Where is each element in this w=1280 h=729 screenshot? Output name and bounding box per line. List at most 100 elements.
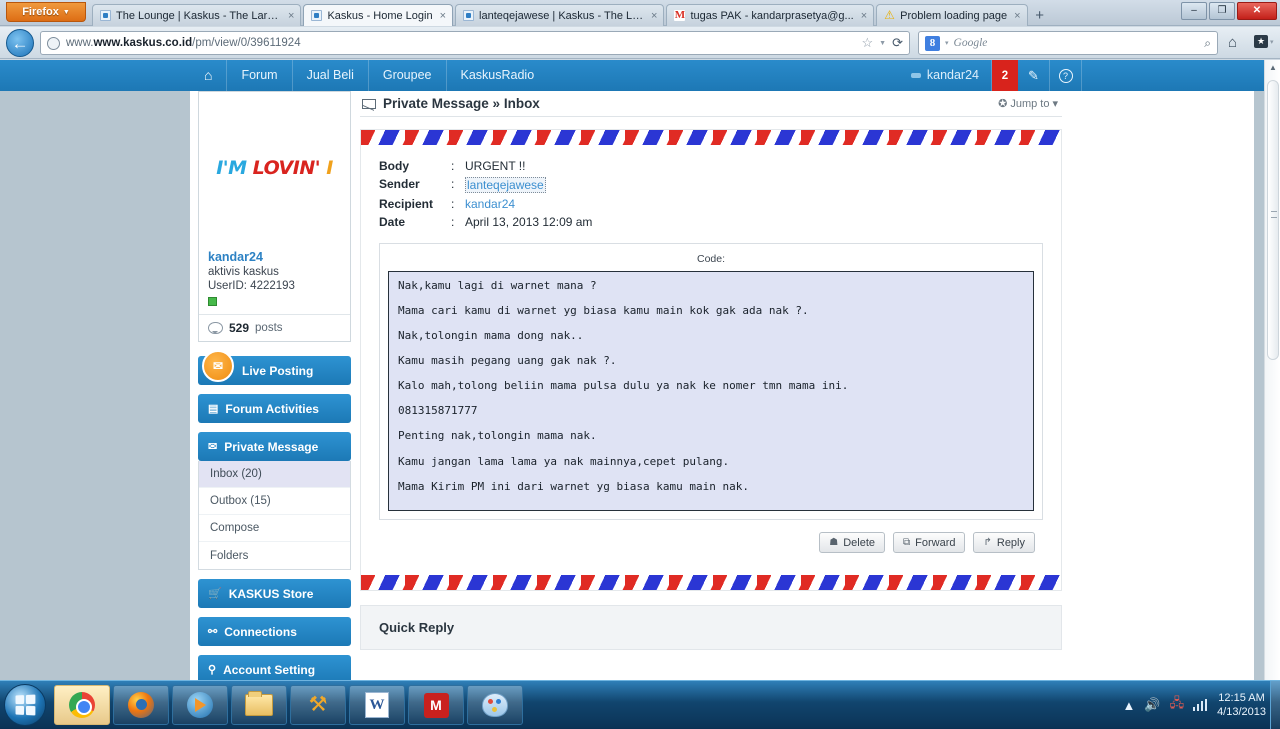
windows-logo-icon	[15, 694, 36, 716]
browser-tab-4[interactable]: M tugas PAK - kandarprasetya@g... ×	[666, 4, 875, 26]
mcafee-icon: M	[423, 692, 449, 718]
bookmarks-button[interactable]: ★ ▾	[1254, 35, 1274, 48]
reply-button[interactable]: ↱ Reply	[973, 532, 1035, 553]
page-scrollbar[interactable]: ▲	[1264, 60, 1280, 680]
profile-userid: UserID: 4222193	[208, 280, 295, 292]
taskbar-item-mcafee[interactable]: M	[408, 685, 464, 725]
home-icon[interactable]: ⌂	[190, 60, 226, 91]
close-icon[interactable]: ×	[288, 10, 294, 22]
firefox-menu-label: Firefox	[22, 6, 59, 18]
show-desktop-button[interactable]	[1270, 681, 1280, 729]
jump-to-dropdown[interactable]: ✪ Jump to ▾	[998, 97, 1058, 111]
sender-link[interactable]: lanteqejawese	[465, 177, 546, 193]
sidebar-item-forum-activities[interactable]: ▤ Forum Activities	[198, 394, 351, 423]
taskbar-item-word[interactable]: W	[349, 685, 405, 725]
delete-button[interactable]: ☗ Delete	[819, 532, 885, 553]
signal-icon[interactable]	[1193, 699, 1208, 711]
field-label: Sender	[379, 177, 420, 191]
chevron-down-icon[interactable]: ▾	[945, 39, 949, 47]
taskbar-item-media-player[interactable]	[172, 685, 228, 725]
kaskus-favicon	[463, 10, 475, 21]
sidebar-item-connections[interactable]: ⚯ Connections	[198, 617, 351, 646]
close-icon[interactable]: ×	[861, 10, 867, 22]
minimize-button[interactable]: –	[1181, 2, 1207, 20]
message-body: Body : URGENT !! Sender : lanteqejawese …	[361, 145, 1061, 575]
quick-reply-title: Quick Reply	[379, 620, 455, 635]
sidebar-item-account-setting[interactable]: ⚲ Account Setting	[198, 655, 351, 680]
post-count-row: 529 posts	[199, 314, 350, 341]
clock[interactable]: 12:15 AM 4/13/2013	[1217, 691, 1266, 719]
user-status-icon	[910, 73, 921, 78]
avatar-text-part2: LOVIN'	[252, 157, 321, 179]
forward-button[interactable]: ⧉ Forward	[893, 532, 966, 553]
recipient-link[interactable]: kandar24	[465, 197, 515, 211]
sidebar-item-live-posting[interactable]: ✉ Live Posting	[198, 350, 351, 385]
page-title: Private Message » Inbox	[383, 96, 540, 111]
forum-activities-icon: ▤	[208, 403, 219, 415]
code-line: 081315871777	[398, 404, 478, 418]
taskbar-item-firefox[interactable]	[113, 685, 169, 725]
comment-bubble-icon	[208, 322, 223, 334]
quick-reply-section: Quick Reply	[360, 605, 1062, 650]
kaskus-favicon	[100, 10, 111, 21]
back-button[interactable]: ←	[6, 29, 34, 57]
field-row-sender: Sender : lanteqejawese	[379, 177, 1043, 193]
address-bar[interactable]: www.www.kaskus.co.id/pm/view/0/39611924 …	[40, 31, 910, 55]
sidebar-item-kaskus-store[interactable]: 🛒 KASKUS Store	[198, 579, 351, 608]
scroll-up-icon[interactable]: ▲	[1267, 62, 1279, 74]
maximize-button[interactable]: ❐	[1209, 2, 1235, 20]
profile-username[interactable]: kandar24	[208, 250, 341, 264]
sidebar-item-folders[interactable]: Folders	[199, 542, 350, 569]
taskbar-item-chrome[interactable]	[54, 685, 110, 725]
code-block: Code: Nak,kamu lagi di warnet mana ? Mam…	[379, 243, 1043, 520]
nav-item-jual-beli[interactable]: Jual Beli	[291, 60, 368, 91]
code-block-content: Nak,kamu lagi di warnet mana ? Mama cari…	[388, 271, 1034, 511]
taskbar-item-explorer[interactable]	[231, 685, 287, 725]
sidebar-item-private-message[interactable]: ✉ Private Message	[198, 432, 351, 461]
field-separator: :	[451, 159, 455, 173]
home-button[interactable]: ⌂	[1228, 34, 1237, 51]
field-label: Body	[379, 159, 409, 173]
chevron-down-icon[interactable]: ▼	[879, 40, 886, 47]
close-icon[interactable]: ×	[440, 10, 446, 22]
close-icon[interactable]: ×	[1014, 10, 1020, 22]
browser-tab-5[interactable]: ⚠ Problem loading page ×	[876, 4, 1028, 26]
close-button[interactable]: ✕	[1237, 2, 1277, 20]
private-message-submenu: Inbox (20) Outbox (15) Compose Folders	[198, 461, 351, 570]
sidebar-item-outbox[interactable]: Outbox (15)	[199, 488, 350, 515]
search-icon[interactable]: ⌕	[1204, 36, 1211, 51]
pencil-icon[interactable]: ✎	[1018, 60, 1050, 91]
help-icon[interactable]: ?	[1050, 60, 1082, 91]
browser-tab-2[interactable]: Kaskus - Home Login ×	[303, 4, 454, 26]
bookmark-star-icon[interactable]: ☆	[862, 35, 874, 51]
start-button[interactable]	[4, 684, 46, 726]
firefox-window: Firefox ▼ The Lounge | Kaskus - The Larg…	[0, 0, 1280, 680]
close-icon[interactable]: ×	[651, 10, 657, 22]
nav-item-groupee[interactable]: Groupee	[367, 60, 446, 91]
user-menu[interactable]: kandar24	[899, 60, 992, 91]
sidebar-item-inbox[interactable]: Inbox (20)	[199, 461, 350, 488]
nav-item-kaskusradio[interactable]: KaskusRadio	[445, 60, 549, 91]
forward-icon: ⧉	[903, 537, 911, 548]
taskbar-item-paint[interactable]	[467, 685, 523, 725]
field-row-body: Body : URGENT !!	[379, 159, 1043, 173]
search-input[interactable]: Google	[954, 37, 1200, 49]
trash-icon: ☗	[829, 537, 839, 548]
scrollbar-thumb[interactable]	[1267, 80, 1279, 360]
field-separator: :	[451, 197, 455, 211]
nav-item-forum[interactable]: Forum	[226, 60, 291, 91]
sidebar-item-compose[interactable]: Compose	[199, 515, 350, 542]
browser-tab-3[interactable]: lanteqejawese | Kaskus - The La... ×	[455, 4, 665, 26]
volume-icon[interactable]: 🔊	[1144, 697, 1160, 713]
airmail-border-bottom	[361, 575, 1061, 590]
taskbar-item-tools[interactable]: ⚒	[290, 685, 346, 725]
reload-icon[interactable]: ⟳	[892, 35, 903, 51]
network-error-icon[interactable]: 🖧	[1170, 694, 1185, 716]
firefox-menu-button[interactable]: Firefox ▼	[6, 2, 86, 22]
new-tab-button[interactable]: +	[1030, 6, 1050, 26]
search-bar[interactable]: 8 ▾ Google ⌕	[918, 31, 1218, 55]
code-line: Nak,kamu lagi di warnet mana ?	[398, 279, 597, 292]
show-hidden-icons-icon[interactable]: ▲	[1123, 698, 1136, 713]
notification-badge[interactable]: 2	[992, 60, 1018, 91]
browser-tab-1[interactable]: The Lounge | Kaskus - The Larg... ×	[92, 4, 302, 26]
